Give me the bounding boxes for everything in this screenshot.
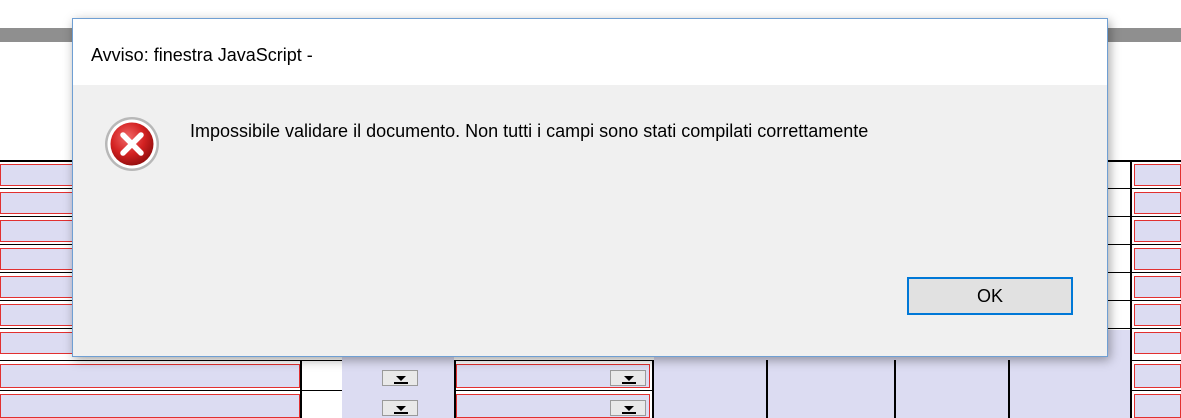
form-field[interactable]: [1134, 394, 1181, 418]
form-field[interactable]: [0, 394, 300, 418]
column-divider: [300, 360, 302, 418]
screen: Avviso: finestra JavaScript - Impossibil…: [0, 0, 1181, 418]
column-divider: [1008, 360, 1010, 418]
dialog-message: Impossibile validare il documento. Non t…: [190, 121, 869, 141]
dialog-title: Avviso: finestra JavaScript -: [91, 45, 313, 65]
dropdown-arrow-icon[interactable]: [610, 400, 646, 416]
dropdown-arrow-icon[interactable]: [382, 400, 418, 416]
dropdown-arrow-icon[interactable]: [382, 370, 418, 386]
form-field[interactable]: [1134, 332, 1181, 354]
dropdown-arrow-icon[interactable]: [610, 370, 646, 386]
alert-dialog: Avviso: finestra JavaScript - Impossibil…: [72, 18, 1108, 357]
form-field[interactable]: [1134, 220, 1181, 242]
column-divider: [454, 360, 456, 418]
form-field[interactable]: [1134, 276, 1181, 298]
form-field[interactable]: [1134, 304, 1181, 326]
form-field[interactable]: [0, 364, 300, 388]
form-field[interactable]: [1134, 164, 1181, 186]
column-divider: [1130, 160, 1132, 418]
form-field[interactable]: [1134, 364, 1181, 388]
form-field[interactable]: [1134, 192, 1181, 214]
column-divider: [652, 360, 654, 418]
column-divider: [894, 360, 896, 418]
dialog-titlebar: Avviso: finestra JavaScript -: [73, 19, 1107, 85]
error-icon: [105, 117, 159, 171]
ok-button[interactable]: OK: [907, 277, 1073, 315]
form-field[interactable]: [1134, 248, 1181, 270]
form-cell: [302, 394, 342, 418]
form-cell: [302, 364, 342, 388]
column-divider: [766, 360, 768, 418]
